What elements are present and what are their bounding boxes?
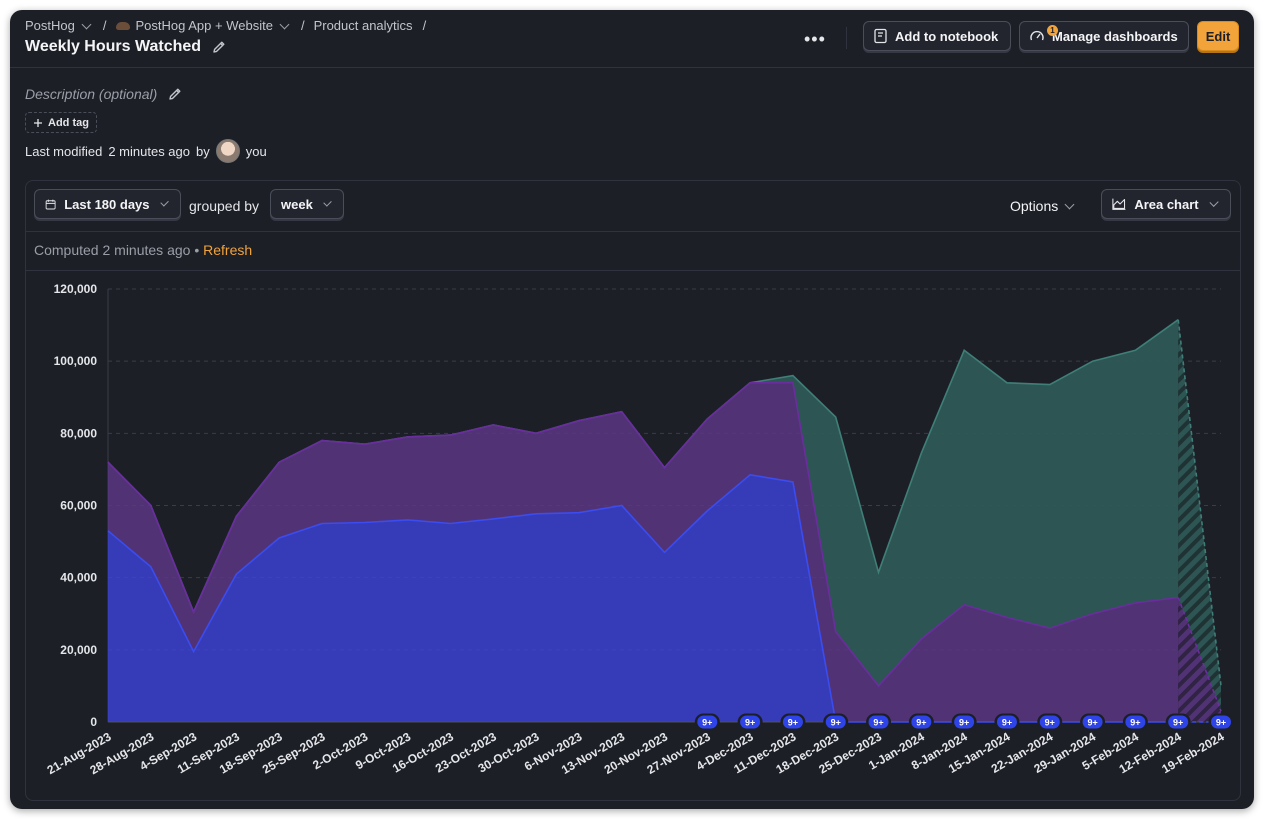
pencil-icon[interactable] [167, 86, 183, 102]
notebook-icon [874, 28, 887, 44]
y-tick-label: 60,000 [60, 499, 97, 513]
breadcrumb-project-label: PostHog App + Website [135, 18, 273, 33]
chevron-down-icon [81, 19, 92, 29]
modified-prefix: Last modified [25, 143, 103, 159]
manage-dashboards-label: Manage dashboards [1052, 28, 1178, 44]
annotation-label: 9+ [873, 718, 883, 728]
breadcrumb-separator: / [422, 18, 427, 33]
y-tick-label: 80,000 [60, 426, 97, 440]
add-to-notebook-label: Add to notebook [895, 28, 999, 44]
description-field[interactable]: Description (optional) [25, 86, 183, 102]
add-tag-label: Add tag [48, 116, 89, 129]
toolbar-divider [846, 27, 847, 49]
modified-user: you [245, 143, 267, 159]
page-title: Weekly Hours Watched [25, 38, 227, 56]
breadcrumb-section[interactable]: Product analytics [314, 18, 413, 33]
description-placeholder: Description (optional) [25, 86, 158, 102]
annotation-label: 9+ [788, 718, 798, 728]
edit-button[interactable]: Edit [1197, 21, 1239, 51]
insight-card: Last 180 days grouped by week Options Ar… [25, 180, 1241, 801]
pencil-icon[interactable] [211, 39, 227, 55]
more-options-button[interactable]: ••• [804, 30, 826, 48]
annotation-label: 9+ [831, 718, 841, 728]
last-modified: Last modified 2 minutes ago by you [25, 139, 267, 163]
annotation-label: 9+ [1216, 718, 1226, 728]
dashboards-count-badge: 1 [1047, 25, 1058, 36]
gauge-icon [1030, 30, 1044, 41]
breadcrumb-separator: / [300, 18, 305, 33]
annotation-label: 9+ [702, 718, 712, 728]
top-bar: PostHog / PostHog App + Website / Produc… [10, 10, 1254, 68]
insight-window: PostHog / PostHog App + Website / Produc… [10, 10, 1254, 809]
annotation-label: 9+ [916, 718, 926, 728]
y-tick-label: 20,000 [60, 643, 97, 657]
breadcrumb-org[interactable]: PostHog [25, 18, 93, 33]
annotation-label: 9+ [745, 718, 755, 728]
annotation-label: 9+ [1002, 718, 1012, 728]
y-tick-label: 120,000 [54, 282, 98, 296]
hedgehog-logo-icon [115, 21, 130, 30]
annotation-label: 9+ [1087, 718, 1097, 728]
plus-icon [34, 118, 42, 127]
annotation-label: 9+ [1130, 718, 1140, 728]
modified-by: by [196, 143, 210, 159]
manage-dashboards-button[interactable]: 1 Manage dashboards [1019, 21, 1189, 51]
breadcrumb-project[interactable]: PostHog App + Website [115, 18, 291, 33]
annotation-label: 9+ [1045, 718, 1055, 728]
page-title-text: Weekly Hours Watched [25, 38, 202, 55]
breadcrumb-separator: / [102, 18, 107, 33]
annotation-label: 9+ [1173, 718, 1183, 728]
avatar [215, 139, 240, 163]
breadcrumb-org-label: PostHog [25, 18, 75, 33]
add-tag-button[interactable]: Add tag [25, 112, 97, 133]
annotation-label: 9+ [959, 718, 969, 728]
y-tick-label: 40,000 [60, 571, 97, 585]
modified-time: 2 minutes ago [108, 143, 190, 159]
add-to-notebook-button[interactable]: Add to notebook [863, 21, 1011, 51]
y-tick-label: 0 [90, 715, 97, 729]
area-chart: 0 20,000 40,000 60,000 80,000 100,000 120,000 9… [45, 282, 1234, 777]
chevron-down-icon [279, 19, 290, 29]
breadcrumb: PostHog / PostHog App + Website / Produc… [25, 18, 429, 33]
y-tick-label: 100,000 [54, 354, 98, 368]
